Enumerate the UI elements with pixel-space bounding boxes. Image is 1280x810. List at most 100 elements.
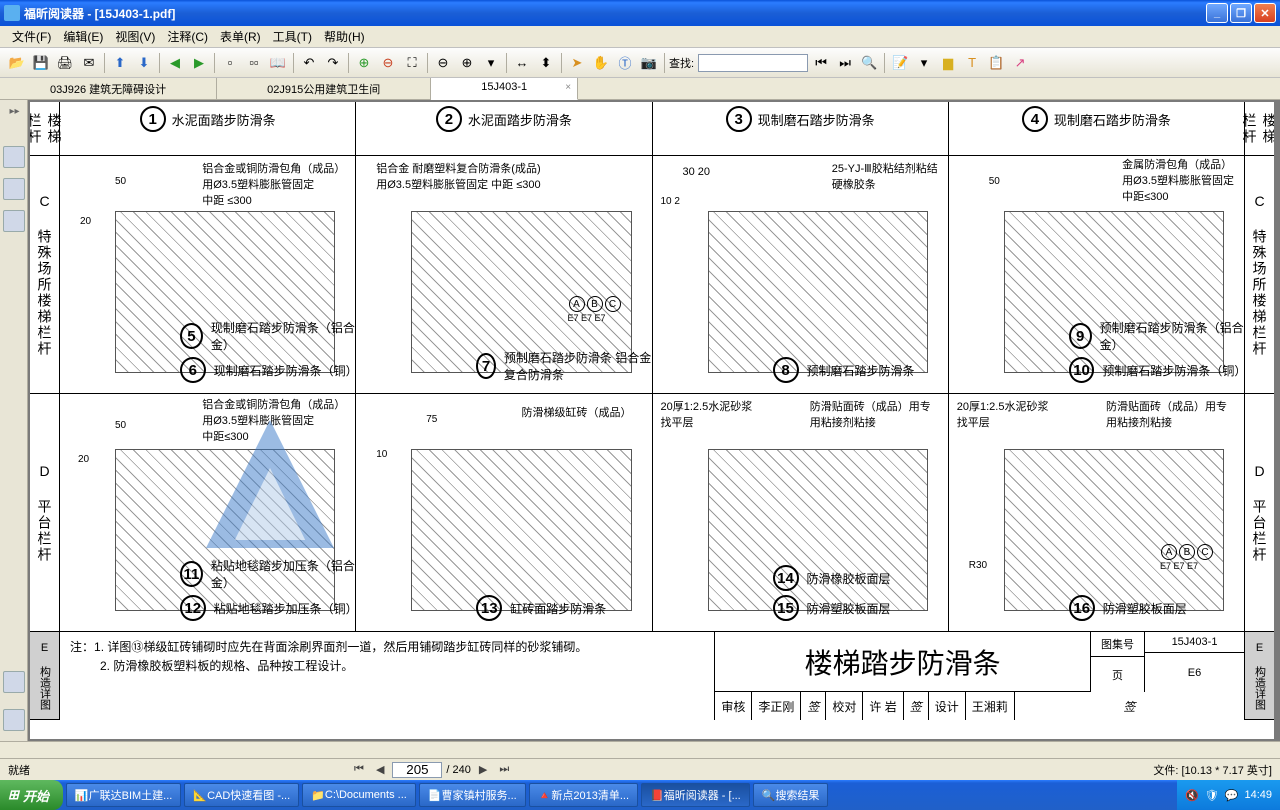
expand-handle-icon[interactable]: ▸▸ <box>10 106 18 136</box>
task-button[interactable]: 📕 福昕阅读器 - [... <box>641 783 750 807</box>
fit-icon[interactable]: ⛶ <box>401 52 423 74</box>
text-select-icon[interactable]: Ⓣ <box>614 52 636 74</box>
detail-num: 1 <box>140 106 166 132</box>
search-label: 查找: <box>669 55 694 71</box>
zoom-drop-icon[interactable]: ▾ <box>480 52 502 74</box>
search-next-icon[interactable]: ⏭ <box>834 52 856 74</box>
stamp-icon[interactable]: 📋 <box>985 52 1007 74</box>
radius: R30 <box>969 560 987 571</box>
detail-labels: 16防滑塑胶板面层 <box>1069 591 1187 621</box>
snapshot-icon[interactable]: 📷 <box>638 52 660 74</box>
menu-edit[interactable]: 编辑(E) <box>57 26 109 47</box>
rotate-left-icon[interactable]: ↶ <box>298 52 320 74</box>
detail-label: 现制磨石踏步防滑条 <box>758 110 875 129</box>
tab-1[interactable]: 03J926 建筑无障碍设计 <box>0 78 217 99</box>
system-tray[interactable]: 🔇 🛡 💬 14:49 <box>1177 780 1280 810</box>
bookmarks-icon[interactable] <box>3 146 25 168</box>
zoom-in-icon[interactable]: ⊕ <box>353 52 375 74</box>
layers-icon[interactable] <box>3 709 25 731</box>
menu-help[interactable]: 帮助(H) <box>318 26 371 47</box>
section-e-label-r: E 构造详图 <box>1250 636 1270 716</box>
section-d-label: D 平台栏杆 <box>33 457 57 569</box>
section-c-label-r: C 特殊场所楼梯栏杆 <box>1248 187 1272 363</box>
nav-down-icon[interactable]: ⬇ <box>133 52 155 74</box>
mail-icon[interactable]: ✉ <box>78 52 100 74</box>
page-input[interactable] <box>392 762 442 778</box>
minimize-button[interactable]: _ <box>1206 3 1228 23</box>
tab-2[interactable]: 02J915公用建筑卫生间 <box>217 78 431 99</box>
textbox-icon[interactable]: T <box>961 52 983 74</box>
menu-file[interactable]: 文件(F) <box>6 26 57 47</box>
zoom-in2-icon[interactable]: ⊕ <box>456 52 478 74</box>
detail-label: 水泥面踏步防滑条 <box>172 110 276 129</box>
task-button[interactable]: 🔺 新点2013清单... <box>529 783 638 807</box>
task-button[interactable]: 📁 C:\Documents ... <box>302 783 416 807</box>
menu-bar: 文件(F) 编辑(E) 视图(V) 注释(C) 表单(R) 工具(T) 帮助(H… <box>0 26 1280 48</box>
annotation: 20厚1:2.5水泥砂浆找平层 <box>957 398 1057 430</box>
search-adv-icon[interactable]: 🔍 <box>858 52 880 74</box>
clock: 14:49 <box>1244 789 1272 801</box>
task-button[interactable]: 📊 广联达BIM土建... <box>66 783 181 807</box>
share-icon[interactable]: ↗ <box>1009 52 1031 74</box>
pages-icon[interactable]: ▫▫ <box>243 52 265 74</box>
tab-3[interactable]: 15J403-1× <box>431 78 578 100</box>
scrollbar-area[interactable] <box>0 741 1280 758</box>
annotation: 铝合金或铜防滑包角（成品）用Ø3.5塑料膨胀管固定中距≤300 <box>202 396 345 444</box>
attachments-icon[interactable] <box>3 671 25 693</box>
note-icon[interactable]: 📝 <box>889 52 911 74</box>
print-icon[interactable]: 🖨 <box>54 52 76 74</box>
open-icon[interactable]: 📂 <box>6 52 28 74</box>
detail-labels: 13缸砖面踏步防滑条 <box>476 591 606 621</box>
start-button[interactable]: ⊞开始 <box>0 780 63 810</box>
menu-comment[interactable]: 注释(C) <box>161 26 214 47</box>
comments-panel-icon[interactable] <box>3 210 25 232</box>
book-icon[interactable]: 📖 <box>267 52 289 74</box>
fit-width-icon[interactable]: ↔ <box>511 52 533 74</box>
close-icon[interactable]: × <box>565 82 571 93</box>
search-input[interactable] <box>698 54 808 72</box>
rotate-right-icon[interactable]: ↷ <box>322 52 344 74</box>
close-button[interactable]: ✕ <box>1254 3 1276 23</box>
maximize-button[interactable]: ❐ <box>1230 3 1252 23</box>
task-button[interactable]: 📐 CAD快速看图 -... <box>184 783 299 807</box>
pointer-icon[interactable]: ➤ <box>566 52 588 74</box>
pages-panel-icon[interactable] <box>3 178 25 200</box>
note-drop-icon[interactable]: ▾ <box>913 52 935 74</box>
menu-tool[interactable]: 工具(T) <box>267 26 318 47</box>
drawing-notes: 注：1. 详图⑬梯级缸砖铺砌时应先在背面涂刷界面剂一道，然后用铺砌踏步缸砖同样的… <box>60 632 715 720</box>
first-page-icon[interactable]: ⏮ <box>350 763 368 776</box>
fit-page-icon[interactable]: ⬍ <box>535 52 557 74</box>
prev-page-icon[interactable]: ◀ <box>372 763 388 776</box>
detail-num: 4 <box>1022 106 1048 132</box>
drawing-code: 图集号页 15J403-1E6 <box>1090 632 1244 692</box>
forward-icon[interactable]: ▶ <box>188 52 210 74</box>
page-icon[interactable]: ▫ <box>219 52 241 74</box>
side-panel: ▸▸ <box>0 100 28 741</box>
next-page-icon[interactable]: ▶ <box>475 763 491 776</box>
dimension: 10 2 <box>661 196 680 207</box>
highlight-icon[interactable]: ▆ <box>937 52 959 74</box>
toolbar: 📂 💾 🖨 ✉ ⬆ ⬇ ◀ ▶ ▫ ▫▫ 📖 ↶ ↷ ⊕ ⊖ ⛶ ⊖ ⊕ ▾ ↔… <box>0 48 1280 78</box>
pdf-page: 楼梯栏杆 C 特殊场所楼梯栏杆 D 平台栏杆 E 构造详图 楼梯栏杆 C 特殊场… <box>30 102 1274 739</box>
detail-labels: 5现制磨石踏步防滑条（铝合金） 6现制磨石踏步防滑条（铜） <box>180 315 355 383</box>
section-mark: ABCE7 E7 E7 <box>568 296 622 324</box>
hand-icon[interactable]: ✋ <box>590 52 612 74</box>
dimension: 20 <box>78 454 89 465</box>
zoom-out2-icon[interactable]: ⊖ <box>432 52 454 74</box>
page-total: / 240 <box>446 764 470 776</box>
search-prev-icon[interactable]: ⏮ <box>810 52 832 74</box>
back-icon[interactable]: ◀ <box>164 52 186 74</box>
window-title: 福昕阅读器 - [15J403-1.pdf] <box>24 5 1204 22</box>
task-button[interactable]: 📄 曹家镇村服务... <box>419 783 526 807</box>
dimension: 50 <box>115 420 126 431</box>
menu-view[interactable]: 视图(V) <box>109 26 161 47</box>
save-icon[interactable]: 💾 <box>30 52 52 74</box>
dimension: 10 <box>376 449 387 460</box>
nav-up-icon[interactable]: ⬆ <box>109 52 131 74</box>
last-page-icon[interactable]: ⏭ <box>495 763 513 776</box>
annotation: 防滑梯级缸砖（成品） <box>522 404 632 420</box>
detail-labels: 7预制磨石踏步防滑条 铝合金复合防滑条 <box>476 345 651 383</box>
menu-form[interactable]: 表单(R) <box>214 26 267 47</box>
zoom-out-icon[interactable]: ⊖ <box>377 52 399 74</box>
task-button[interactable]: 🔍 搜索结果 <box>753 783 829 807</box>
